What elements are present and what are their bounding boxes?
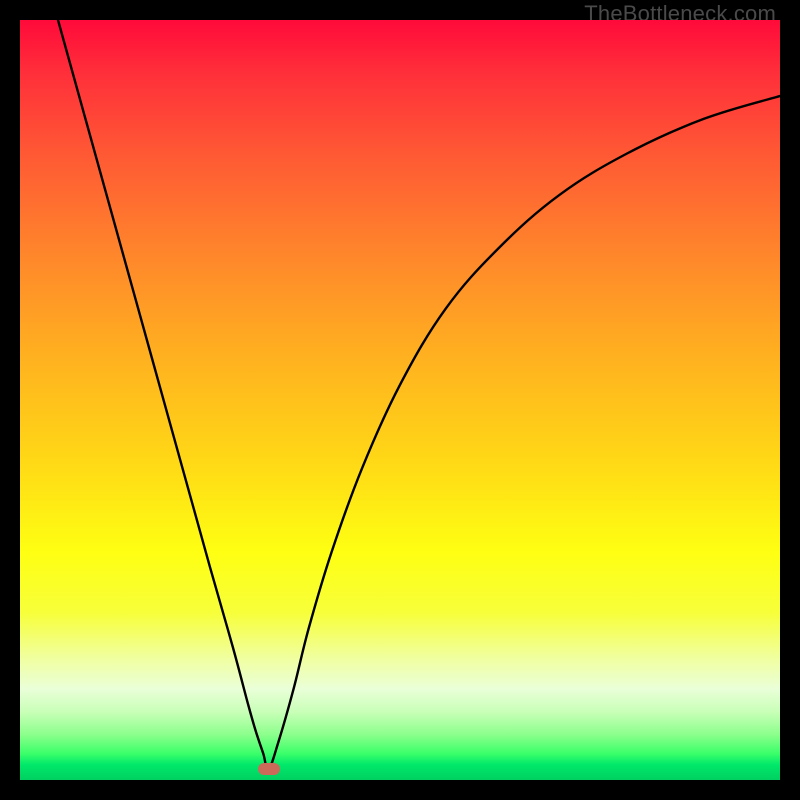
bottleneck-curve	[58, 20, 780, 770]
plot-border	[20, 20, 780, 780]
optimum-marker	[258, 763, 280, 775]
chart-frame: TheBottleneck.com	[0, 0, 800, 800]
curve-layer	[20, 20, 780, 780]
